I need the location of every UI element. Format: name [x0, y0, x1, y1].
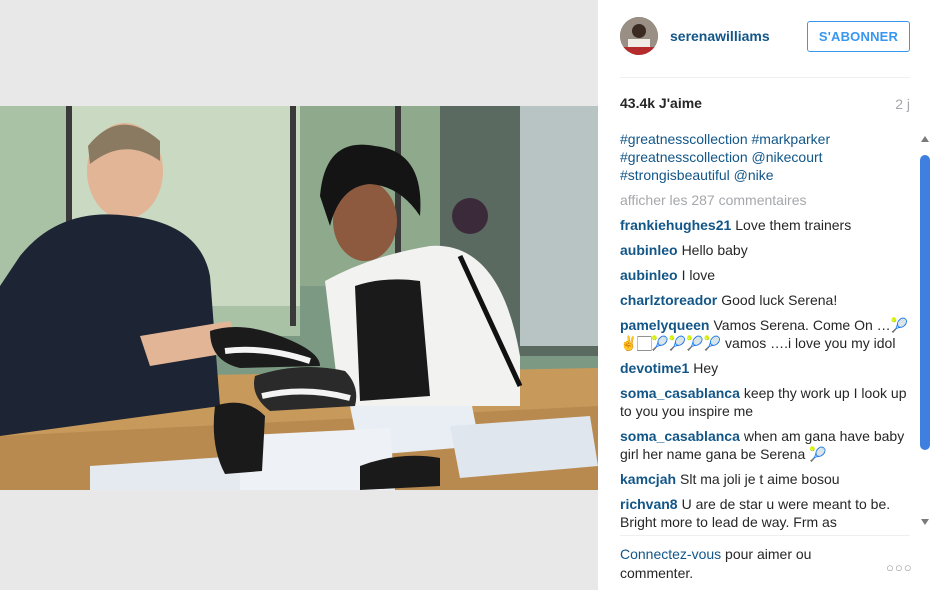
divider	[620, 77, 910, 78]
comment-text: Good luck Serena!	[721, 292, 838, 308]
comment-item: pamelyqueen Vamos Serena. Come On …🎾✌️🏻🎾🎾…	[620, 316, 914, 352]
post-header: serenawilliams S'ABONNER	[620, 14, 910, 58]
comment-text: Slt ma joli je t aime bosou	[680, 471, 840, 487]
avatar[interactable]	[620, 17, 658, 55]
comment-username[interactable]: soma_casablanca	[620, 385, 740, 401]
scroll-up-icon[interactable]	[921, 136, 929, 142]
comment-item: aubinleo I love	[620, 266, 914, 284]
comment-username[interactable]: devotime1	[620, 360, 689, 376]
comment-username[interactable]: kamcjah	[620, 471, 676, 487]
comment-item: aubinleo Hello baby	[620, 241, 914, 259]
caption: #greatnesscollection #markparker #greatn…	[620, 130, 914, 184]
scroll-down-icon[interactable]	[921, 519, 929, 525]
post-age[interactable]: 2 j	[895, 96, 910, 112]
caption-line[interactable]: #strongisbeautiful @nike	[620, 166, 914, 184]
avatar-image	[620, 17, 658, 55]
comment-item: devotime1 Hey	[620, 359, 914, 377]
comment-username[interactable]: pamelyqueen	[620, 317, 709, 333]
comment-text: Love them trainers	[735, 217, 852, 233]
comment-item: soma_casablanca when am gana have baby gi…	[620, 427, 914, 463]
media-area	[0, 0, 598, 590]
comment-item: kamcjah Slt ma joli je t aime bosou	[620, 470, 914, 488]
username[interactable]: serenawilliams	[670, 28, 770, 44]
comment-item: richvan8 U are de star u were meant to be…	[620, 495, 914, 530]
comment-item: frankiehughes21 Love them trainers	[620, 216, 914, 234]
likes-count[interactable]: 43.4k J'aime	[620, 95, 702, 111]
post-photo[interactable]	[0, 106, 598, 490]
comment-username[interactable]: soma_casablanca	[620, 428, 740, 444]
post-side-panel: serenawilliams S'ABONNER 43.4k J'aime 2 …	[598, 0, 933, 590]
comment-username[interactable]: charlztoreador	[620, 292, 717, 308]
follow-button[interactable]: S'ABONNER	[807, 21, 910, 52]
more-options-icon[interactable]: ○○○	[886, 560, 913, 575]
comment-username[interactable]: frankiehughes21	[620, 217, 731, 233]
post-photo-illustration	[0, 106, 598, 490]
likes-row: 43.4k J'aime 2 j	[620, 95, 910, 115]
caption-line[interactable]: #greatnesscollection #markparker	[620, 130, 914, 148]
login-link[interactable]: Connectez-vous	[620, 546, 721, 562]
comment-username[interactable]: richvan8	[620, 496, 678, 512]
comment-item: soma_casablanca keep thy work up I look u…	[620, 384, 914, 420]
comment-item: charlztoreador Good luck Serena!	[620, 291, 914, 309]
scrollbar-thumb[interactable]	[920, 155, 930, 450]
comment-text: Hey	[693, 360, 719, 376]
comments-list[interactable]: #greatnesscollection #markparker #greatn…	[620, 130, 914, 530]
divider	[620, 535, 910, 536]
instagram-post-view: serenawilliams S'ABONNER 43.4k J'aime 2 …	[0, 0, 933, 590]
show-more-comments-link[interactable]: afficher les 287 commentaires	[620, 191, 914, 209]
comment-username[interactable]: aubinleo	[620, 267, 678, 283]
comments-scrollbar[interactable]	[918, 133, 932, 528]
comment-text: Hello baby	[681, 242, 748, 258]
comment-username[interactable]: aubinleo	[620, 242, 678, 258]
caption-line[interactable]: #greatnesscollection @nikecourt	[620, 148, 914, 166]
comment-text: I love	[681, 267, 716, 283]
login-prompt: Connectez-vous pour aimer ou commenter.	[620, 545, 850, 583]
